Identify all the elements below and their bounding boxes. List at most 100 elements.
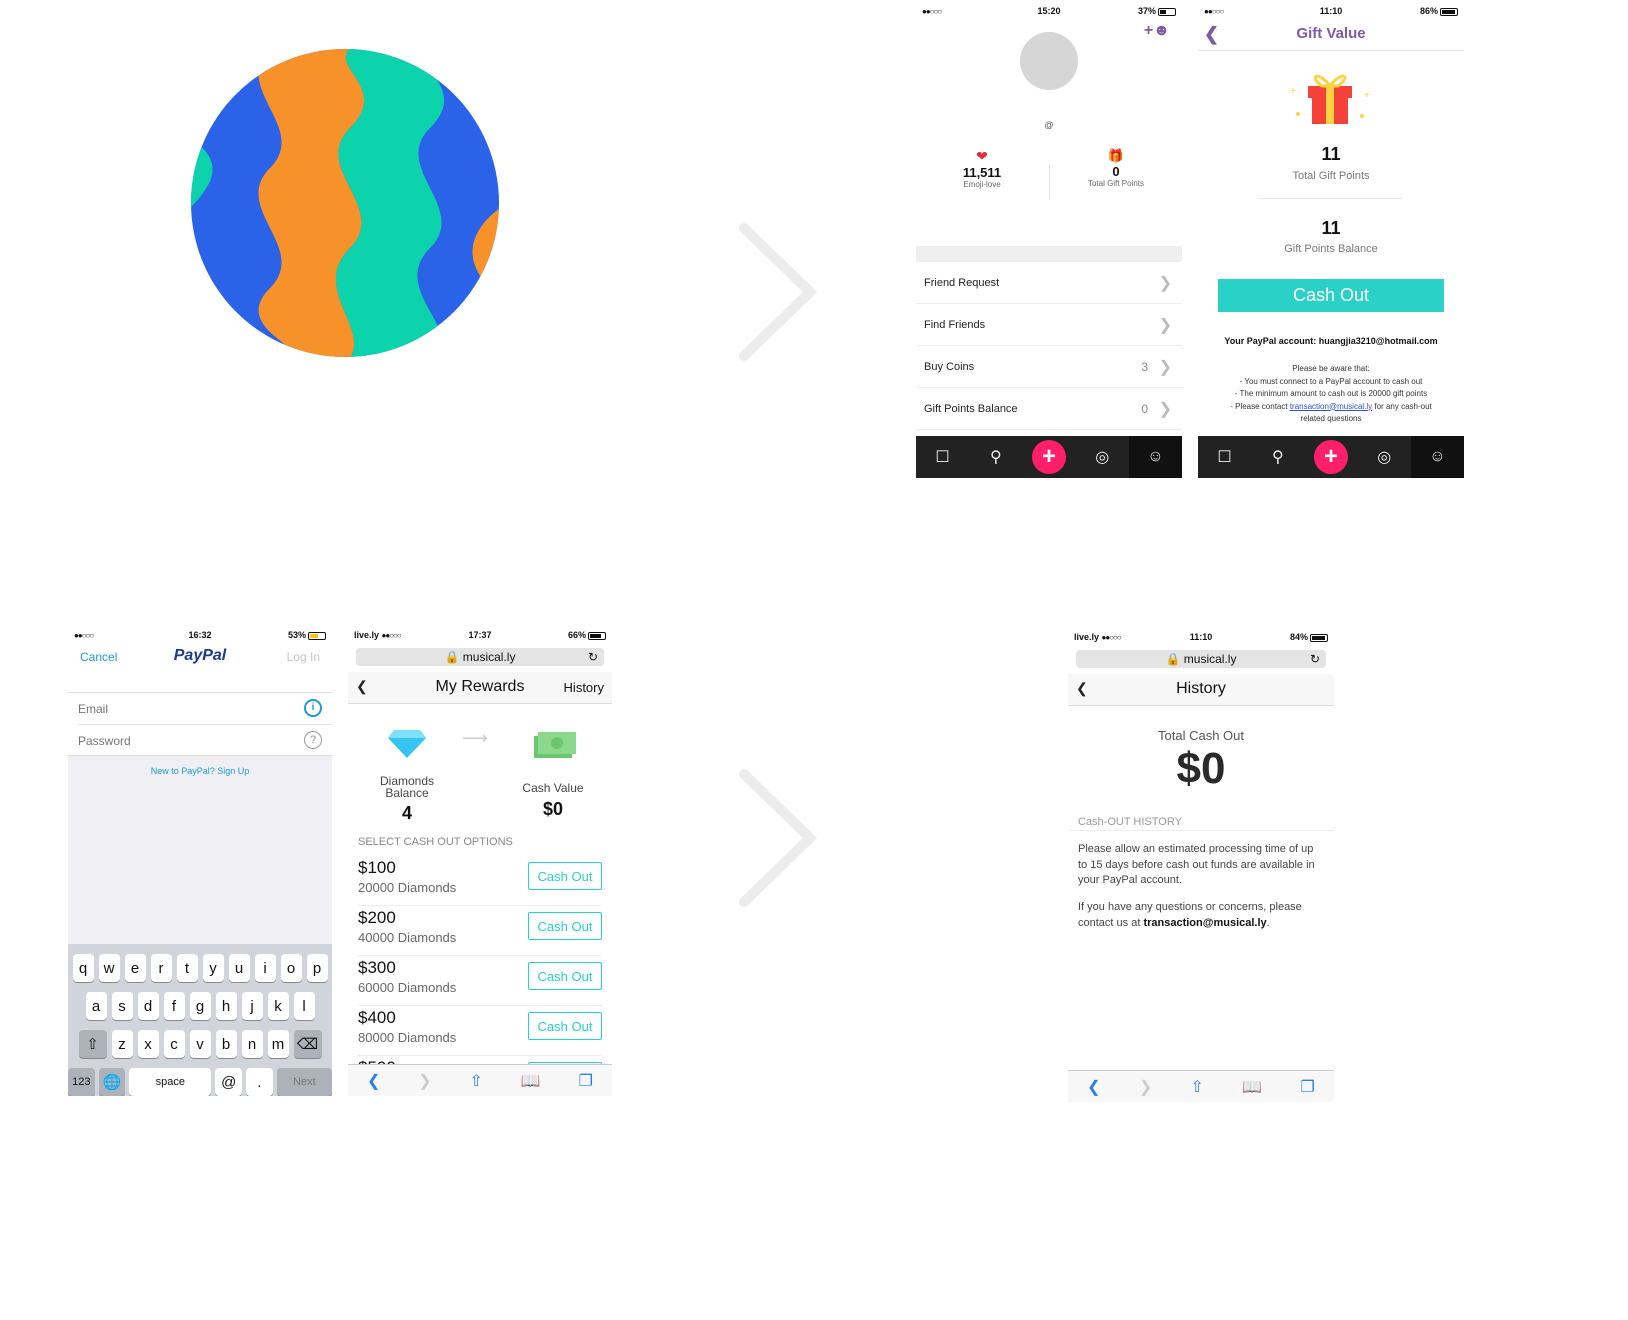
key-o[interactable]: o [280,954,302,982]
shift-key[interactable]: ⇧ [78,1030,107,1058]
cash-out-button[interactable]: Cash Out [528,962,602,990]
key-b[interactable]: b [215,1030,237,1058]
divider [1068,830,1334,831]
lock-icon: 🔒 [1165,652,1181,666]
avatar[interactable] [1020,32,1078,90]
key-s[interactable]: s [111,992,133,1020]
key-r[interactable]: r [150,954,172,982]
menu-buy-coins[interactable]: Buy Coins 3 ❯ [916,346,1182,388]
arrow-icon: ⟶ [462,728,488,748]
gift-points-balance-value: 11 [1321,218,1341,238]
gift-points-balance-label: Gift Points Balance [1284,243,1378,255]
share-icon[interactable]: ⇧ [1191,1077,1204,1097]
tv-icon[interactable]: ☐ [1198,436,1251,478]
profile-icon[interactable]: ☺ [1128,436,1182,478]
key-m[interactable]: m [267,1030,289,1058]
key-y[interactable]: y [202,954,224,982]
key-q[interactable]: q [72,954,94,982]
key-c[interactable]: c [163,1030,185,1058]
tab-bar: ☐ ⚲ + ◎ ☺ [916,436,1182,478]
key-t[interactable]: t [176,954,198,982]
login-button[interactable]: Log In [287,650,320,664]
options-header: SELECT CASH OUT OPTIONS [358,836,513,848]
password-manager-icon[interactable]: i [304,699,322,717]
reload-icon[interactable]: ↻ [1310,650,1320,668]
key-j[interactable]: j [241,992,263,1020]
menu-friend-request[interactable]: Friend Request ❯ [916,262,1182,304]
search-icon[interactable]: ⚲ [969,436,1022,478]
diamonds-balance-value: 4 [401,803,412,823]
profile-icon[interactable]: ☺ [1410,436,1464,478]
dot-key[interactable]: . [246,1068,273,1096]
duet-icon[interactable]: ◎ [1076,436,1129,478]
option-amount: $200 [358,908,396,927]
key-n[interactable]: n [241,1030,263,1058]
history-link[interactable]: History [564,680,604,695]
key-k[interactable]: k [267,992,289,1020]
cash-out-button[interactable]: Cash Out [528,862,602,890]
contact-text: . [1266,916,1270,929]
next-key[interactable]: Next [276,1068,332,1096]
create-button[interactable]: + [1304,436,1357,478]
cash-out-button[interactable]: Cash Out [1218,279,1444,312]
key-h[interactable]: h [215,992,237,1020]
key-g[interactable]: g [189,992,211,1020]
tv-icon[interactable]: ☐ [916,436,969,478]
key-e[interactable]: e [124,954,146,982]
delete-key[interactable]: ⌫ [293,1030,322,1058]
help-icon[interactable]: ? [304,731,322,749]
duet-icon[interactable]: ◎ [1358,436,1411,478]
tabs-icon[interactable]: ❐ [579,1071,593,1091]
nav-bar: ❮ History [1068,674,1334,706]
forward-icon[interactable]: ❯ [1139,1077,1152,1097]
email-field[interactable] [78,699,302,719]
at-key[interactable]: @ [215,1068,243,1096]
notice-line: - You must connect to a PayPal account t… [1239,376,1423,386]
space-key[interactable]: space [129,1068,212,1096]
key-d[interactable]: d [137,992,159,1020]
cash-out-button[interactable]: Cash Out [528,912,602,940]
tab-bar: ☐ ⚲ + ◎ ☺ [1198,436,1464,478]
key-w[interactable]: w [98,954,120,982]
signup-link[interactable]: New to PayPal? Sign Up [68,766,332,776]
back-icon[interactable]: ❮ [1087,1077,1100,1097]
chevron-right-icon [739,223,818,361]
total-cash-out-value: $0 [1176,744,1226,793]
add-friend-icon[interactable]: +☻ [1144,22,1170,40]
divider [1260,198,1402,199]
key-p[interactable]: p [306,954,328,982]
chevron-right-icon: ❯ [1158,358,1172,376]
total-gift-points-label: Total Gift Points [1292,170,1370,182]
share-icon[interactable]: ⇧ [470,1071,483,1091]
key-f[interactable]: f [163,992,185,1020]
globe-key[interactable]: 🌐 [98,1068,126,1096]
menu-find-friends[interactable]: Find Friends ❯ [916,304,1182,346]
search-icon[interactable]: ⚲ [1251,436,1304,478]
back-icon[interactable]: ❮ [367,1071,380,1091]
bookmarks-icon[interactable]: 📖 [1242,1077,1262,1097]
forward-icon[interactable]: ❯ [418,1071,431,1091]
menu-gift-points-balance[interactable]: Gift Points Balance 0 ❯ [916,388,1182,430]
cash-out-option: $200 40000 Diamonds Cash Out [358,906,602,956]
key-x[interactable]: x [137,1030,159,1058]
numbers-key[interactable]: 123 [68,1068,95,1096]
key-a[interactable]: a [85,992,107,1020]
url-bar[interactable]: 🔒 musical.ly ↻ [1076,650,1326,668]
create-button[interactable]: + [1022,436,1075,478]
contact-email-link[interactable]: transaction@musical.ly [1143,917,1266,929]
diamonds-balance: Diamonds Balance 4 [362,775,452,824]
key-u[interactable]: u [228,954,250,982]
key-v[interactable]: v [189,1030,211,1058]
tabs-icon[interactable]: ❐ [1300,1077,1314,1097]
notice-text: for any cash-out [1372,401,1432,411]
key-i[interactable]: i [254,954,276,982]
password-field[interactable] [78,731,302,751]
bookmarks-icon[interactable]: 📖 [521,1071,541,1091]
cash-out-button[interactable]: Cash Out [528,1012,602,1040]
key-l[interactable]: l [293,992,315,1020]
reload-icon[interactable]: ↻ [588,648,598,666]
chevron-right-icon: ❯ [1158,274,1172,292]
key-z[interactable]: z [111,1030,133,1058]
url-bar[interactable]: 🔒 musical.ly ↻ [356,648,604,666]
contact-email-link[interactable]: transaction@musical.ly [1290,402,1372,411]
